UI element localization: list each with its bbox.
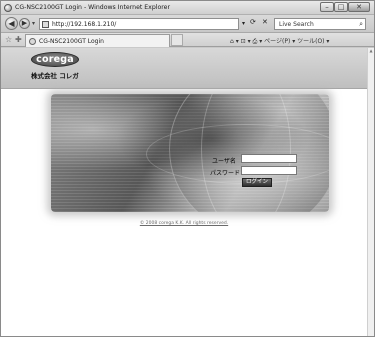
tab-toolbar: ☆ ✚ CG-NSC2100GT Login ⌂ ▾ ⊡ ▾ ⎙ ▾ ページ(P… xyxy=(1,33,374,47)
corega-logo: corega xyxy=(31,52,79,67)
tab-label: CG-NSC2100GT Login xyxy=(39,38,104,45)
page-content: corega 株式会社 コレガ ▲ ユーザ名 パスワード ログイン © 2008… xyxy=(1,48,374,336)
address-text[interactable]: http://192.168.1.210/ xyxy=(52,21,116,28)
address-bar[interactable]: http://192.168.1.210/ xyxy=(39,18,239,30)
forward-button[interactable]: ▶ xyxy=(19,18,30,29)
title-bar: CG-NSC2100GT Login - Windows Internet Ex… xyxy=(1,1,374,15)
scroll-up-icon[interactable]: ▲ xyxy=(368,48,374,54)
maximize-button[interactable]: □ xyxy=(334,2,348,12)
tab-login[interactable]: CG-NSC2100GT Login xyxy=(25,34,170,47)
password-label: パスワード xyxy=(210,170,241,177)
refresh-icon[interactable]: ⟳ xyxy=(250,18,256,26)
search-placeholder: Live Search xyxy=(279,21,314,28)
add-favorites-icon[interactable]: ✚ xyxy=(15,35,22,44)
page-icon xyxy=(42,21,49,28)
search-icon[interactable]: ⌕ xyxy=(359,20,363,29)
search-input[interactable]: Live Search ⌕ xyxy=(274,18,366,30)
username-field[interactable] xyxy=(241,154,297,163)
recent-pages-dropdown[interactable]: ▾ xyxy=(32,20,35,27)
login-button[interactable]: ログイン xyxy=(242,178,272,187)
window-title: CG-NSC2100GT Login - Windows Internet Ex… xyxy=(15,4,171,11)
back-button[interactable]: ◀ xyxy=(5,17,18,30)
ie-icon xyxy=(4,4,12,12)
login-panel: ユーザ名 パスワード ログイン xyxy=(51,94,329,212)
stop-icon[interactable]: ✕ xyxy=(262,18,268,26)
new-tab-button[interactable] xyxy=(171,34,183,46)
vertical-scrollbar[interactable]: ▲ xyxy=(367,48,374,336)
logo-text: corega xyxy=(36,54,74,65)
browser-window: CG-NSC2100GT Login - Windows Internet Ex… xyxy=(0,0,375,337)
minimize-button[interactable]: – xyxy=(320,2,334,12)
password-field[interactable] xyxy=(241,166,297,175)
company-name: 株式会社 コレガ xyxy=(31,72,79,80)
username-label: ユーザ名 xyxy=(212,158,236,165)
command-bar[interactable]: ⌂ ▾ ⊡ ▾ ⎙ ▾ ページ(P) ▾ ツール(O) ▾ xyxy=(230,36,329,46)
copyright-link[interactable]: © 2008 corega K.K. All rights reserved. xyxy=(1,221,367,226)
address-dropdown[interactable]: ▾ xyxy=(242,20,245,27)
header-band: corega 株式会社 コレガ xyxy=(1,48,367,89)
close-button[interactable]: ✕ xyxy=(348,2,370,12)
favorites-star-icon[interactable]: ☆ xyxy=(5,35,12,44)
tab-page-icon xyxy=(29,38,36,45)
address-toolbar: ◀ ▶ ▾ http://192.168.1.210/ ▾ ⟳ ✕ Live S… xyxy=(1,15,374,33)
